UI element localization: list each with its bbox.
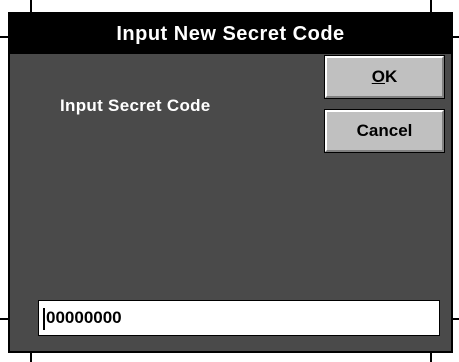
ok-button-mnemonic: O [371,67,385,86]
secret-code-label: Input Secret Code [60,96,211,115]
frame-notch-right-bottom [453,318,459,320]
frame-notch-left-top [0,36,8,38]
dialog-title: Input New Secret Code [10,14,451,54]
secret-code-value: 00000000 [46,308,122,327]
frame-notch-left-bottom [0,318,8,320]
secret-code-input[interactable]: 00000000 [38,300,440,336]
frame-notch-bottom-right [430,352,432,362]
ok-button[interactable]: OK [324,55,445,99]
frame-notch-top-right [430,0,432,12]
frame-notch-right-top [453,36,459,38]
cancel-button[interactable]: Cancel [324,109,445,153]
ok-button-label-rest: K [384,67,398,86]
frame-notch-top-left [30,0,32,12]
text-caret [43,307,45,330]
frame-notch-bottom-left [30,352,32,362]
secret-code-dialog: Input New Secret Code Input Secret Code … [8,12,453,353]
screen: Input New Secret Code Input Secret Code … [0,0,459,362]
